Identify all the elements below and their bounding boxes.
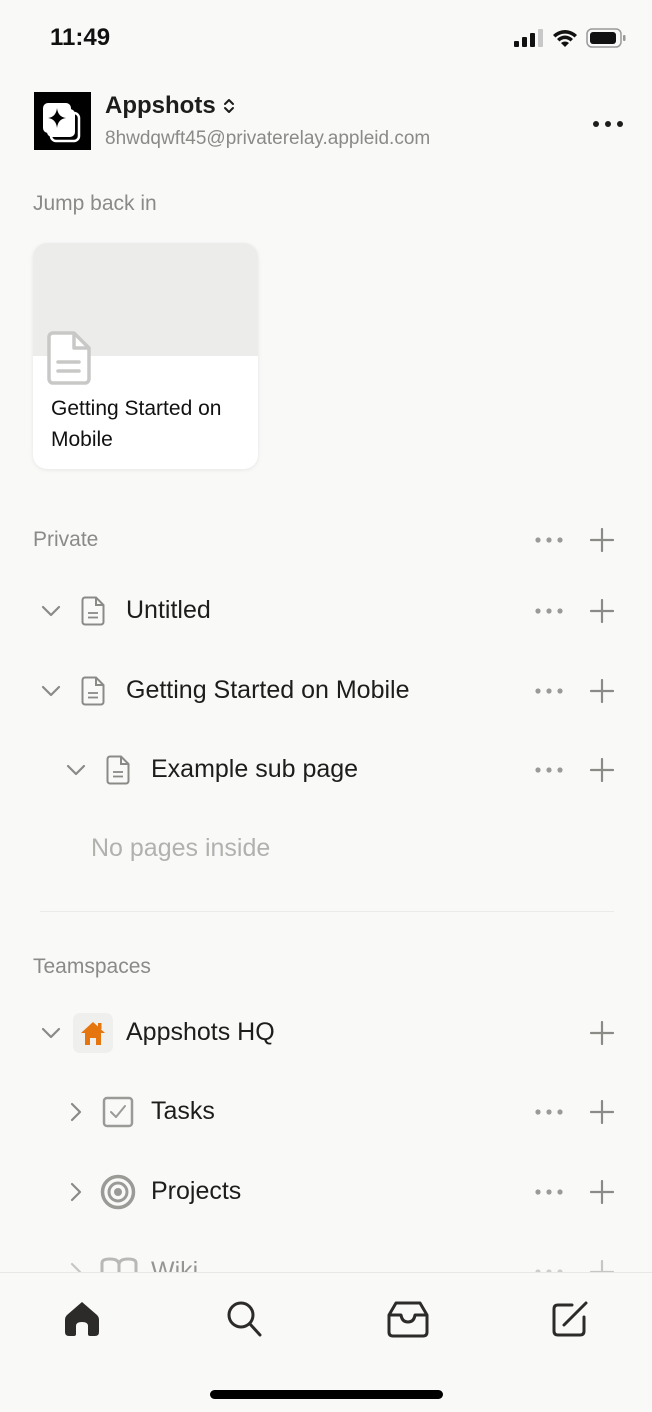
section-divider (40, 911, 614, 912)
target-icon (100, 1174, 136, 1210)
plus-icon (590, 528, 614, 552)
row-actions (534, 599, 614, 623)
house-icon (73, 1013, 113, 1053)
private-more-button[interactable] (534, 536, 564, 544)
tab-inbox[interactable] (386, 1297, 430, 1341)
add-page-button[interactable] (590, 1021, 614, 1045)
sidebar-item-getting-started[interactable]: Getting Started on Mobile (0, 666, 652, 716)
more-button[interactable] (534, 607, 564, 615)
sidebar-item-label: Untitled (126, 596, 211, 624)
sidebar-item-label: Example sub page (151, 755, 359, 783)
chevron-down-icon[interactable] (64, 758, 88, 782)
tab-search[interactable] (222, 1297, 266, 1341)
private-section-label: Private (33, 528, 99, 551)
ellipsis-icon (535, 608, 563, 614)
chevron-up-down-icon (223, 99, 234, 113)
sidebar-item-example-sub-page[interactable]: Example sub page (0, 745, 652, 795)
sidebar-item-label: Tasks (151, 1097, 215, 1125)
jump-card[interactable]: Getting Started on Mobile (33, 243, 258, 469)
status-bar: 11:49 (0, 0, 652, 80)
battery-icon (586, 28, 626, 48)
ellipsis-icon (593, 121, 623, 127)
jump-back-in-label: Jump back in (33, 192, 157, 215)
tab-new-page[interactable] (548, 1297, 592, 1341)
home-icon (65, 1302, 99, 1336)
row-actions (534, 1100, 614, 1124)
workspace-email: 8hwdqwft45@privaterelay.appleid.com (105, 128, 431, 149)
ellipsis-icon (535, 1109, 563, 1115)
compose-icon (552, 1301, 588, 1337)
inbox-icon (387, 1301, 429, 1338)
workspace-switcher[interactable]: Appshots (105, 92, 236, 120)
ellipsis-icon (535, 537, 563, 543)
plus-icon (590, 1100, 614, 1124)
add-subpage-button[interactable] (590, 599, 614, 623)
sidebar-item-label: Appshots HQ (126, 1018, 275, 1046)
row-actions (534, 679, 614, 703)
more-button[interactable] (534, 1188, 564, 1196)
teamspaces-section-label: Teamspaces (33, 955, 151, 978)
private-section-actions (534, 528, 614, 552)
plus-icon (590, 758, 614, 782)
sidebar-item-projects[interactable]: Projects (0, 1167, 652, 1217)
cellular-signal-icon (514, 29, 543, 47)
status-icons (514, 28, 626, 48)
plus-icon (590, 599, 614, 623)
status-time: 11:49 (50, 24, 111, 51)
plus-icon (590, 1180, 614, 1204)
sidebar-item-label: Projects (151, 1177, 242, 1205)
add-subpage-button[interactable] (590, 1100, 614, 1124)
chevron-down-icon[interactable] (39, 599, 63, 623)
checkbox-icon (102, 1096, 134, 1128)
chevron-down-icon[interactable] (39, 1021, 63, 1045)
tab-home[interactable] (60, 1297, 104, 1341)
chevron-right-icon[interactable] (64, 1180, 88, 1204)
sidebar-item-label: Getting Started on Mobile (126, 676, 410, 704)
no-pages-inside-note: No pages inside (91, 834, 271, 862)
search-icon (227, 1301, 262, 1337)
page-icon (77, 595, 109, 627)
ellipsis-icon (535, 1189, 563, 1195)
more-button[interactable] (534, 687, 564, 695)
ellipsis-icon (535, 688, 563, 694)
ellipsis-icon (535, 767, 563, 773)
row-actions (590, 1021, 614, 1045)
row-actions (534, 1180, 614, 1204)
jump-card-title: Getting Started on Mobile (51, 397, 222, 451)
workspace-logo (34, 92, 91, 150)
workspace-more-button[interactable] (590, 114, 626, 134)
workspace-header[interactable]: Appshots 8hwdqwft45@privaterelay.appleid… (34, 92, 626, 150)
page-icon (102, 754, 134, 786)
page-icon (77, 675, 109, 707)
more-button[interactable] (534, 1108, 564, 1116)
sparkle-cards-icon (43, 103, 81, 143)
more-button[interactable] (534, 766, 564, 774)
add-subpage-button[interactable] (590, 679, 614, 703)
private-add-button[interactable] (590, 528, 614, 552)
sidebar-item-appshots-hq[interactable]: Appshots HQ (0, 1008, 652, 1058)
plus-icon (590, 679, 614, 703)
chevron-right-icon[interactable] (64, 1100, 88, 1124)
sidebar-item-untitled[interactable]: Untitled (0, 586, 652, 636)
wifi-icon (553, 29, 577, 47)
home-indicator[interactable] (210, 1390, 443, 1399)
add-subpage-button[interactable] (590, 1180, 614, 1204)
page-icon (47, 331, 91, 390)
plus-icon (590, 1021, 614, 1045)
sidebar-item-tasks[interactable]: Tasks (0, 1087, 652, 1137)
add-subpage-button[interactable] (590, 758, 614, 782)
row-actions (534, 758, 614, 782)
chevron-down-icon[interactable] (39, 679, 63, 703)
workspace-name: Appshots (105, 92, 216, 119)
